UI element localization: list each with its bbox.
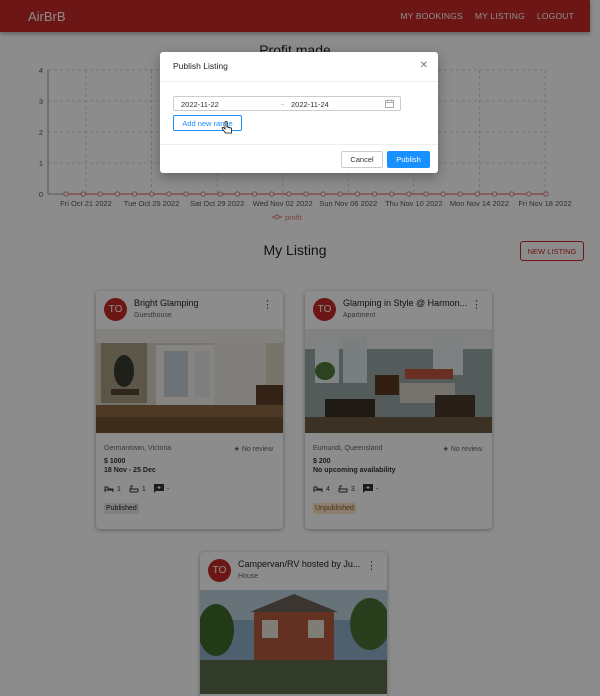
publish-listing-modal: Publish Listing ✕ 2022-11-22 → 2022-11-2… (160, 52, 438, 173)
divider (160, 81, 438, 82)
end-date-input[interactable]: 2022-11-24 (291, 100, 329, 109)
start-date-input[interactable]: 2022-11-22 (181, 100, 219, 109)
calendar-icon (385, 99, 394, 110)
modal-title: Publish Listing (173, 61, 228, 71)
date-range-picker[interactable]: 2022-11-22 → 2022-11-24 (173, 96, 401, 111)
close-icon[interactable]: ✕ (420, 60, 428, 71)
publish-button[interactable]: Publish (387, 151, 430, 168)
divider (160, 144, 438, 145)
arrow-right-icon: → (278, 99, 286, 108)
pointer-cursor-icon (221, 120, 233, 140)
cancel-button[interactable]: Cancel (341, 151, 383, 168)
